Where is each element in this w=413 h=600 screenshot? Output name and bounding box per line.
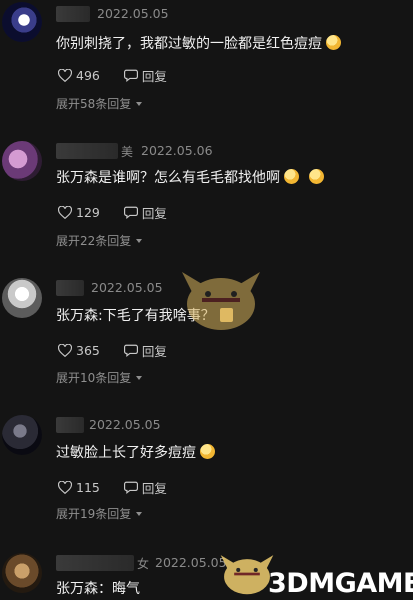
like-count[interactable]: 365 xyxy=(76,343,100,358)
like-heart-icon[interactable] xyxy=(58,206,72,219)
chevron-down-icon xyxy=(136,239,143,243)
commenter-avatar[interactable] xyxy=(2,553,42,593)
comment-date: 2022.05.06 xyxy=(141,143,213,158)
reply-bubble-icon[interactable] xyxy=(123,481,138,494)
reply-bubble-icon[interactable] xyxy=(123,344,138,357)
commenter-name-redacted[interactable] xyxy=(56,417,84,433)
like-heart-icon[interactable] xyxy=(58,481,72,494)
comment-date: 2022.05.05 xyxy=(97,6,169,21)
comment-item: 美 2022.05.06 张万森是谁啊？怎么有毛毛都找他啊 129 回复 展开2… xyxy=(0,137,413,257)
chevron-down-icon xyxy=(136,376,143,380)
chevron-down-icon xyxy=(136,102,143,106)
comment-text: 你别刺挠了，我都过敏的一脸都是红色痘痘 xyxy=(56,33,341,53)
chevron-down-icon xyxy=(136,512,143,516)
blushing-face-emoji-icon xyxy=(326,35,341,50)
commenter-name-redacted[interactable] xyxy=(56,6,90,22)
expand-replies-link[interactable]: 展开58条回复 xyxy=(56,95,143,112)
commenter-name-redacted[interactable] xyxy=(56,143,118,159)
commenter-avatar[interactable] xyxy=(2,415,42,455)
reply-button[interactable]: 回复 xyxy=(142,66,167,85)
crying-face-emoji-icon xyxy=(200,444,215,459)
comment-text: 张万森：晦气 xyxy=(56,581,140,597)
comment-item: 2022.05.05 过敏脸上长了好多痘痘 115 回复 展开19条回复 xyxy=(0,411,413,531)
reply-bubble-icon[interactable] xyxy=(123,206,138,219)
comment-item: 2022.05.05 你别刺挠了，我都过敏的一脸都是红色痘痘 496 回复 展开… xyxy=(0,0,413,120)
commenter-name-redacted[interactable] xyxy=(56,280,84,296)
expand-replies-link[interactable]: 展开10条回复 xyxy=(56,369,143,386)
commenter-avatar[interactable] xyxy=(2,141,42,181)
expand-replies-link[interactable]: 展开19条回复 xyxy=(56,505,143,522)
comment-text: 张万森是谁啊？怎么有毛毛都找他啊 xyxy=(56,167,324,187)
like-count[interactable]: 496 xyxy=(76,68,100,83)
laughing-crying-emoji-icon xyxy=(284,169,299,184)
reply-button[interactable]: 回复 xyxy=(142,478,167,497)
comment-date: 2022.05.05 xyxy=(91,280,163,295)
comment-date: 2022.05.05 xyxy=(155,555,227,570)
commenter-avatar[interactable] xyxy=(2,278,42,318)
like-heart-icon[interactable] xyxy=(58,69,72,82)
laughing-crying-emoji-icon xyxy=(309,169,324,184)
reply-bubble-icon[interactable] xyxy=(123,69,138,82)
watermark-text: 3DMGAME xyxy=(268,568,413,599)
comment-actions: 129 回复 xyxy=(58,203,167,222)
commenter-name-suffix[interactable]: 美 xyxy=(121,143,133,160)
expand-replies-link[interactable]: 展开22条回复 xyxy=(56,232,143,249)
commenter-name-redacted[interactable] xyxy=(56,555,134,571)
comment-actions: 496 回复 xyxy=(58,66,167,85)
commenter-avatar[interactable] xyxy=(2,2,42,42)
comment-text: 过敏脸上长了好多痘痘 xyxy=(56,442,215,462)
like-count[interactable]: 115 xyxy=(76,480,100,495)
comment-date: 2022.05.05 xyxy=(89,417,161,432)
commenter-name-suffix[interactable]: 女 xyxy=(137,555,149,572)
comment-actions: 115 回复 xyxy=(58,478,167,497)
reply-button[interactable]: 回复 xyxy=(142,203,167,222)
comment-actions: 365 回复 xyxy=(58,341,167,360)
like-heart-icon[interactable] xyxy=(58,344,72,357)
like-count[interactable]: 129 xyxy=(76,205,100,220)
watermark-mascot-icon xyxy=(182,272,260,330)
reply-button[interactable]: 回复 xyxy=(142,341,167,360)
